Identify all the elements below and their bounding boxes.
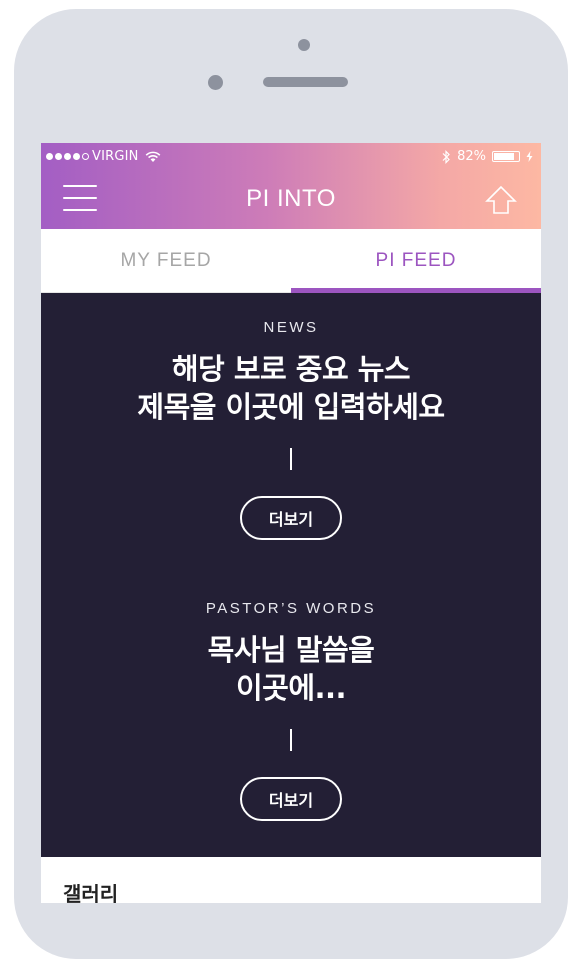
pastor-words-headline: 목사님 말씀을 이곳에... bbox=[41, 631, 541, 707]
news-headline-line: 제목을 이곳에 입력하세요 bbox=[137, 390, 445, 424]
status-bar: VIRGIN 82% bbox=[41, 143, 541, 171]
carrier-name: VIRGIN bbox=[92, 149, 139, 164]
news-section: NEWS 해당 보로 중요 뉴스 제목을 이곳에 입력하세요 더보기 bbox=[41, 319, 541, 540]
proximity-sensor bbox=[208, 75, 223, 90]
signal-strength-icon bbox=[46, 153, 89, 160]
bluetooth-icon bbox=[442, 149, 450, 164]
front-camera bbox=[298, 39, 310, 51]
app-header: VIRGIN 82% PI INTO bbox=[41, 143, 541, 229]
pastor-words-headline-line: 목사님 말씀을 bbox=[207, 633, 375, 667]
carrier-info: VIRGIN bbox=[46, 149, 161, 164]
pastor-words-headline-line: 이곳에... bbox=[235, 671, 347, 705]
news-divider bbox=[290, 448, 292, 470]
gallery-section-title: 갤러리 bbox=[63, 882, 119, 903]
battery-percent: 82% bbox=[457, 149, 486, 164]
pastor-words-divider bbox=[290, 729, 292, 751]
charging-icon bbox=[526, 151, 533, 162]
app-screen: VIRGIN 82% PI INTO MY FEED PI FEED NEWS … bbox=[41, 143, 541, 903]
status-right: 82% bbox=[441, 149, 533, 164]
news-more-button[interactable]: 더보기 bbox=[240, 496, 342, 540]
feed-tabs: MY FEED PI FEED bbox=[41, 229, 541, 293]
pastor-words-section: PASTOR’S WORDS 목사님 말씀을 이곳에... 더보기 bbox=[41, 600, 541, 821]
tab-my-feed[interactable]: MY FEED bbox=[41, 229, 291, 293]
news-headline-line: 해당 보로 중요 뉴스 bbox=[171, 352, 411, 386]
wifi-icon bbox=[145, 151, 160, 162]
battery-icon bbox=[492, 151, 520, 162]
feed-panel: NEWS 해당 보로 중요 뉴스 제목을 이곳에 입력하세요 더보기 PASTO… bbox=[41, 293, 541, 857]
pastor-words-eyebrow: PASTOR’S WORDS bbox=[205, 600, 377, 617]
earpiece-speaker bbox=[263, 77, 348, 87]
tab-pi-feed[interactable]: PI FEED bbox=[291, 229, 541, 293]
battery-level bbox=[494, 153, 514, 160]
arrow-up-icon[interactable] bbox=[485, 185, 517, 215]
news-eyebrow: NEWS bbox=[263, 319, 319, 336]
page-title: PI INTO bbox=[246, 185, 336, 212]
news-headline: 해당 보로 중요 뉴스 제목을 이곳에 입력하세요 bbox=[41, 350, 541, 426]
pastor-words-more-button[interactable]: 더보기 bbox=[240, 777, 342, 821]
